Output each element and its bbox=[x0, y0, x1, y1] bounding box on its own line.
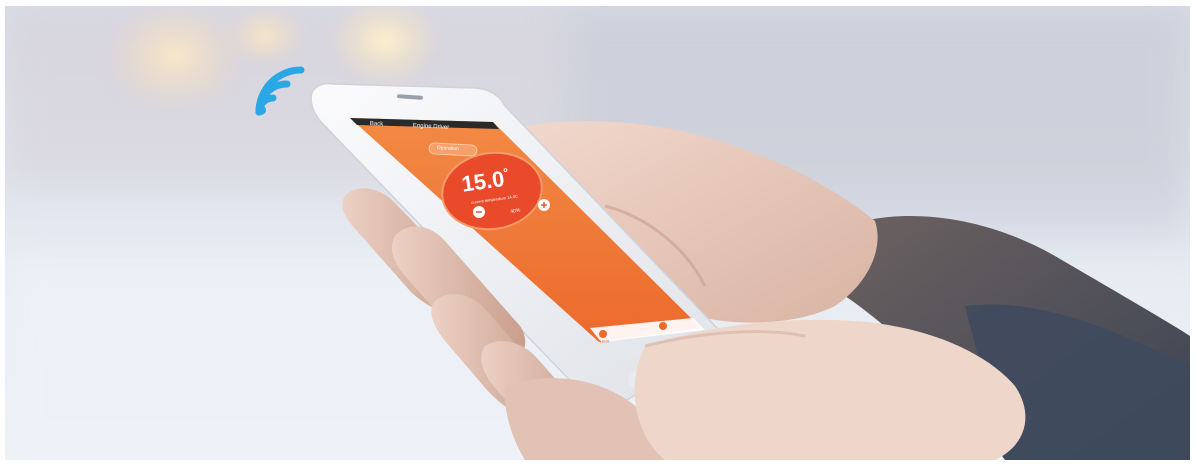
settings-nav-icon[interactable] bbox=[659, 322, 667, 330]
photo: Back Engine Driver Operation 15.0° curre… bbox=[5, 6, 1190, 460]
mode-pill-label: Operation bbox=[436, 145, 459, 153]
bokeh-light-1 bbox=[105, 6, 245, 111]
photo-scene bbox=[5, 6, 1190, 460]
temperature-value: 15.0 bbox=[460, 166, 506, 197]
stage: Back Engine Driver Operation 15.0° curre… bbox=[0, 0, 1195, 465]
app-back-label[interactable]: Back bbox=[370, 121, 384, 128]
nav-heat-label[interactable]: Heat bbox=[600, 338, 609, 344]
bokeh-light-3 bbox=[225, 6, 305, 66]
heat-nav-icon[interactable] bbox=[599, 330, 607, 338]
